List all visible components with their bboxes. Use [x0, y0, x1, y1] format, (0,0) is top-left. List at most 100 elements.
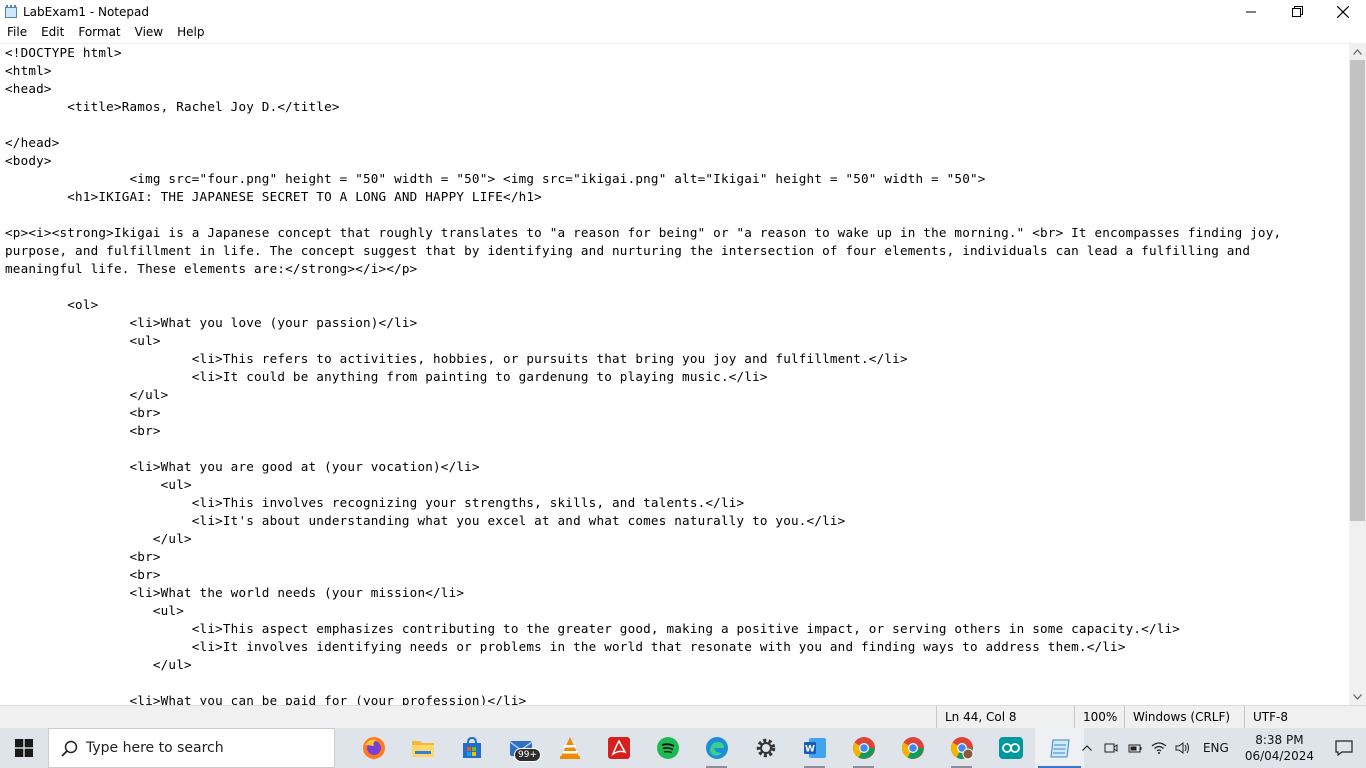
- editor-line[interactable]: <li>It could be anything from painting t…: [5, 368, 1281, 386]
- menu-view[interactable]: View: [128, 23, 170, 42]
- editor-line[interactable]: <!DOCTYPE html>: [5, 44, 1281, 62]
- taskbar-spotify[interactable]: [643, 728, 692, 768]
- taskbar-word[interactable]: W: [790, 728, 839, 768]
- system-tray: ENG 8:38 PM 06/04/2024: [1075, 728, 1366, 768]
- word-icon: W: [803, 738, 826, 758]
- menu-help[interactable]: Help: [170, 23, 211, 42]
- editor-line[interactable]: <li>This refers to activities, hobbies, …: [5, 350, 1281, 368]
- svg-text:W: W: [805, 745, 815, 755]
- minimize-icon: [1246, 11, 1256, 12]
- close-button[interactable]: [1320, 0, 1366, 23]
- vertical-scrollbar[interactable]: [1349, 43, 1366, 705]
- taskbar-chrome-profile[interactable]: [937, 728, 986, 768]
- editor-line[interactable]: <p><i><strong>Ikigai is a Japanese conce…: [5, 224, 1281, 242]
- editor-line[interactable]: <ul>: [5, 332, 1281, 350]
- editor-line[interactable]: purpose, and fulfillment in life. The co…: [5, 242, 1281, 260]
- firefox-icon: [362, 737, 385, 759]
- minimize-button[interactable]: [1228, 0, 1274, 23]
- editor-line[interactable]: <html>: [5, 62, 1281, 80]
- taskbar-acrobat[interactable]: [594, 728, 643, 768]
- chrome-icon: [852, 737, 875, 759]
- menu-file[interactable]: File: [0, 23, 34, 42]
- editor-line[interactable]: </ul>: [5, 530, 1281, 548]
- scroll-up-button[interactable]: [1349, 43, 1366, 60]
- editor-line[interactable]: [5, 116, 1281, 134]
- editor-line[interactable]: </head>: [5, 134, 1281, 152]
- editor-line[interactable]: <body>: [5, 152, 1281, 170]
- notification-icon: [1335, 740, 1353, 756]
- window-controls: [1228, 0, 1366, 23]
- restore-icon: [1291, 6, 1303, 17]
- taskbar-arduino[interactable]: [986, 728, 1035, 768]
- editor-line[interactable]: <title>Ramos, Rachel Joy D.</title>: [5, 98, 1281, 116]
- taskbar-file-explorer[interactable]: [398, 728, 447, 768]
- editor-line[interactable]: meaningful life. These elements are:</st…: [5, 260, 1281, 278]
- vlc-icon: [559, 737, 580, 759]
- editor-line[interactable]: </ul>: [5, 656, 1281, 674]
- editor-line[interactable]: <li>It involves identifying needs or pro…: [5, 638, 1281, 656]
- editor-line[interactable]: [5, 278, 1281, 296]
- start-button[interactable]: [0, 728, 48, 768]
- editor-line[interactable]: <ul>: [5, 602, 1281, 620]
- editor-line[interactable]: [5, 440, 1281, 458]
- menu-format[interactable]: Format: [71, 23, 127, 42]
- editor-line[interactable]: [5, 206, 1281, 224]
- editor-line[interactable]: <br>: [5, 422, 1281, 440]
- search-icon: [61, 740, 78, 757]
- taskbar-mail[interactable]: 99+: [496, 728, 545, 768]
- editor-line[interactable]: <li>This aspect emphasizes contributing …: [5, 620, 1281, 638]
- editor-line[interactable]: <ol>: [5, 296, 1281, 314]
- editor-line[interactable]: <img src="four.png" height = "50" width …: [5, 170, 1281, 188]
- acrobat-icon: [607, 737, 630, 759]
- notepad-icon: [4, 4, 18, 19]
- editor-line[interactable]: <li>It's about understanding what you ex…: [5, 512, 1281, 530]
- editor-line[interactable]: [5, 674, 1281, 692]
- search-placeholder: Type here to search: [86, 740, 224, 756]
- taskbar-chrome-2[interactable]: [888, 728, 937, 768]
- taskbar-search[interactable]: Type here to search: [48, 728, 335, 768]
- scroll-down-button[interactable]: [1349, 688, 1366, 705]
- taskbar-store[interactable]: [447, 728, 496, 768]
- editor-line[interactable]: <li>What you can be paid for (your profe…: [5, 692, 1281, 705]
- taskbar: Type here to search 99+ W ENG 8:38 PM 06…: [0, 728, 1366, 768]
- taskbar-edge[interactable]: [692, 728, 741, 768]
- editor-line[interactable]: </ul>: [5, 386, 1281, 404]
- text-editor[interactable]: <!DOCTYPE html> <html> <head> <title>Ramos…: [0, 43, 1349, 705]
- editor-line[interactable]: <li>What the world needs (your mission</…: [5, 584, 1281, 602]
- restore-button[interactable]: [1274, 0, 1320, 23]
- editor-content[interactable]: <!DOCTYPE html> <html> <head> <title>Ramos…: [5, 44, 1281, 705]
- editor-line[interactable]: <head>: [5, 80, 1281, 98]
- editor-line[interactable]: <br>: [5, 404, 1281, 422]
- language-indicator[interactable]: ENG: [1195, 741, 1237, 755]
- settings-icon: [756, 738, 775, 758]
- taskbar-settings[interactable]: [741, 728, 790, 768]
- notepad-icon: [1049, 739, 1070, 758]
- window-title: LabExam1 - Notepad: [23, 4, 149, 19]
- editor-line[interactable]: <br>: [5, 548, 1281, 566]
- menu-bar: File Edit Format View Help: [0, 23, 1366, 42]
- scroll-thumb[interactable]: [1350, 60, 1365, 521]
- menu-edit[interactable]: Edit: [34, 23, 71, 42]
- editor-line[interactable]: <li>What you are good at (your vocation)…: [5, 458, 1281, 476]
- battery-icon[interactable]: [1123, 728, 1147, 768]
- tray-chevron-up-icon[interactable]: [1075, 728, 1099, 768]
- action-center-button[interactable]: [1322, 728, 1366, 768]
- taskbar-firefox[interactable]: [349, 728, 398, 768]
- zoom-level: 100%: [1074, 706, 1124, 729]
- wifi-icon[interactable]: [1147, 728, 1171, 768]
- meet-now-icon[interactable]: [1099, 728, 1123, 768]
- clock-date: 06/04/2024: [1244, 749, 1314, 763]
- microsoft-store-icon: [462, 737, 481, 758]
- taskbar-vlc[interactable]: [545, 728, 594, 768]
- clock[interactable]: 8:38 PM 06/04/2024: [1237, 732, 1322, 764]
- taskbar-chrome-1[interactable]: [839, 728, 888, 768]
- chrome-icon: [901, 737, 924, 759]
- volume-icon[interactable]: [1171, 728, 1195, 768]
- editor-line[interactable]: <h1>IKIGAI: THE JAPANESE SECRET TO A LON…: [5, 188, 1281, 206]
- close-icon: [1337, 5, 1349, 18]
- editor-line[interactable]: <li>This involves recognizing your stren…: [5, 494, 1281, 512]
- editor-line[interactable]: <br>: [5, 566, 1281, 584]
- editor-line[interactable]: <li>What you love (your passion)</li>: [5, 314, 1281, 332]
- chevron-down-icon: [1353, 693, 1362, 700]
- editor-line[interactable]: <ul>: [5, 476, 1281, 494]
